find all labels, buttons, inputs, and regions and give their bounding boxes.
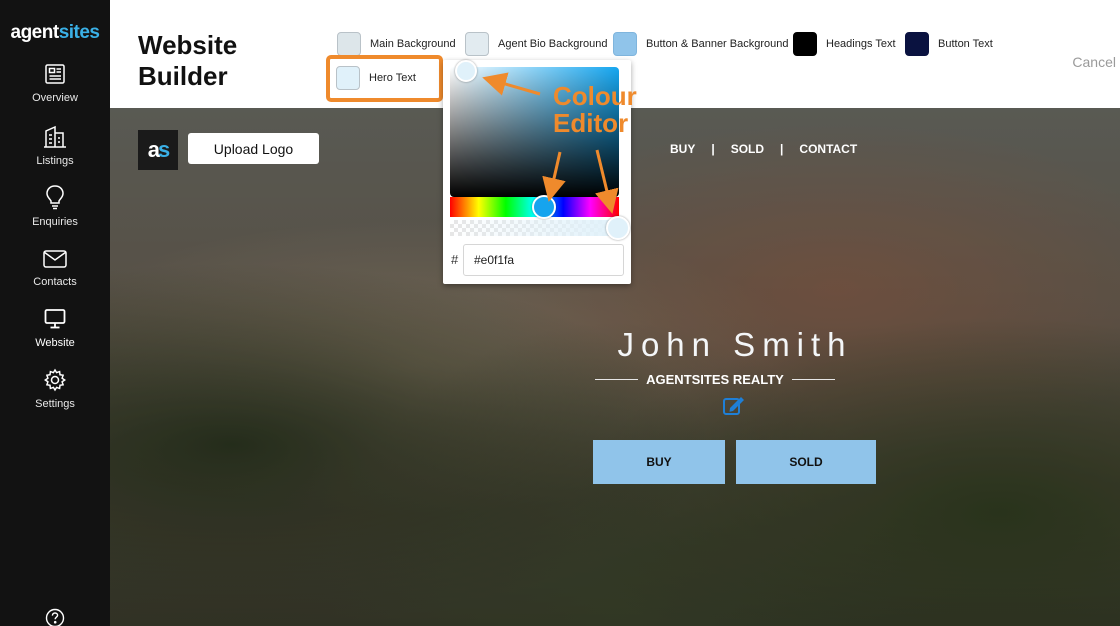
sidebar-item-contacts[interactable]: Contacts — [0, 248, 110, 288]
color-swatch[interactable] — [465, 32, 489, 56]
envelope-icon — [43, 250, 67, 268]
monitor-icon — [44, 309, 66, 329]
sidebar-item-label: Settings — [35, 398, 75, 410]
site-nav: BUY | SOLD | CONTACT — [670, 142, 857, 156]
app-window: agentsites Overview Listings Enquiries C… — [0, 0, 1120, 626]
divider-line — [791, 378, 835, 380]
lightbulb-icon — [46, 185, 64, 210]
help-icon[interactable] — [45, 608, 65, 626]
hue-handle[interactable] — [532, 195, 556, 219]
sidebar-item-listings[interactable]: Listings — [0, 123, 110, 167]
alpha-handle[interactable] — [606, 216, 630, 240]
annotation-line: Editor — [553, 108, 629, 138]
swatch-main-background[interactable]: Main Background — [337, 32, 456, 56]
color-swatch[interactable] — [793, 32, 817, 56]
logo-letter-a: a — [147, 137, 160, 162]
hex-input[interactable] — [463, 244, 624, 276]
swatch-label: Headings Text — [826, 38, 896, 50]
agency-row: AGENTSITES REALTY — [595, 370, 835, 388]
agent-logo: as — [138, 130, 178, 170]
nav-link-buy[interactable]: BUY — [670, 142, 695, 156]
sidebar-item-website[interactable]: Website — [0, 307, 110, 349]
color-swatch[interactable] — [613, 32, 637, 56]
swatch-headings-text[interactable]: Headings Text — [793, 32, 896, 56]
swatch-button-text[interactable]: Button Text — [905, 32, 993, 56]
logo-letter-s: s — [158, 137, 170, 162]
nav-link-contact[interactable]: CONTACT — [799, 142, 857, 156]
gear-icon — [43, 368, 67, 392]
newspaper-icon — [45, 64, 65, 84]
color-swatch[interactable] — [905, 32, 929, 56]
nav-separator: | — [780, 142, 784, 156]
upload-logo-button[interactable]: Upload Logo — [188, 133, 319, 164]
brand-part-sites: sites — [58, 22, 100, 43]
alpha-slider[interactable] — [450, 220, 619, 236]
sidebar-item-overview[interactable]: Overview — [0, 62, 110, 104]
swatch-label: Main Background — [370, 38, 456, 50]
agent-name: John Smith — [617, 326, 853, 363]
sidebar-item-label: Website — [35, 337, 75, 349]
sidebar-item-label: Contacts — [33, 276, 77, 288]
swatch-label: Agent Bio Background — [498, 38, 608, 50]
annotation-line: Colour — [553, 81, 637, 111]
sidebar-item-label: Overview — [32, 92, 78, 104]
brand-part-agent: agent — [10, 22, 60, 43]
cancel-button[interactable]: Cancel — [1072, 54, 1116, 70]
divider-line — [595, 378, 639, 380]
nav-link-sold[interactable]: SOLD — [731, 142, 764, 156]
swatch-button-banner-background[interactable]: Button & Banner Background — [613, 32, 788, 56]
sidebar-item-settings[interactable]: Settings — [0, 368, 110, 410]
sidebar-item-enquiries[interactable]: Enquiries — [0, 184, 110, 228]
annotation-highlight-box — [326, 55, 443, 102]
color-swatch[interactable] — [337, 32, 361, 56]
hero-buy-button[interactable]: BUY — [593, 440, 725, 484]
edit-icon[interactable] — [722, 394, 746, 421]
saturation-handle[interactable] — [455, 60, 477, 82]
sidebar: agentsites Overview Listings Enquiries C… — [0, 0, 110, 626]
swatch-label: Button Text — [938, 38, 993, 50]
brand-logo: agentsites — [0, 22, 110, 44]
sidebar-item-label: Listings — [36, 155, 74, 167]
agency-name: AGENTSITES REALTY — [646, 371, 784, 387]
swatch-agent-bio-background[interactable]: Agent Bio Background — [465, 32, 607, 56]
annotation-label: Colour Editor — [553, 83, 637, 137]
hash-label: # — [451, 252, 459, 267]
buildings-icon — [44, 125, 66, 148]
swatch-label: Button & Banner Background — [646, 38, 789, 50]
hero-sold-button[interactable]: SOLD — [736, 440, 876, 484]
sidebar-item-label: Enquiries — [32, 216, 78, 228]
page-title: Website Builder — [138, 30, 238, 91]
nav-separator: | — [711, 142, 715, 156]
